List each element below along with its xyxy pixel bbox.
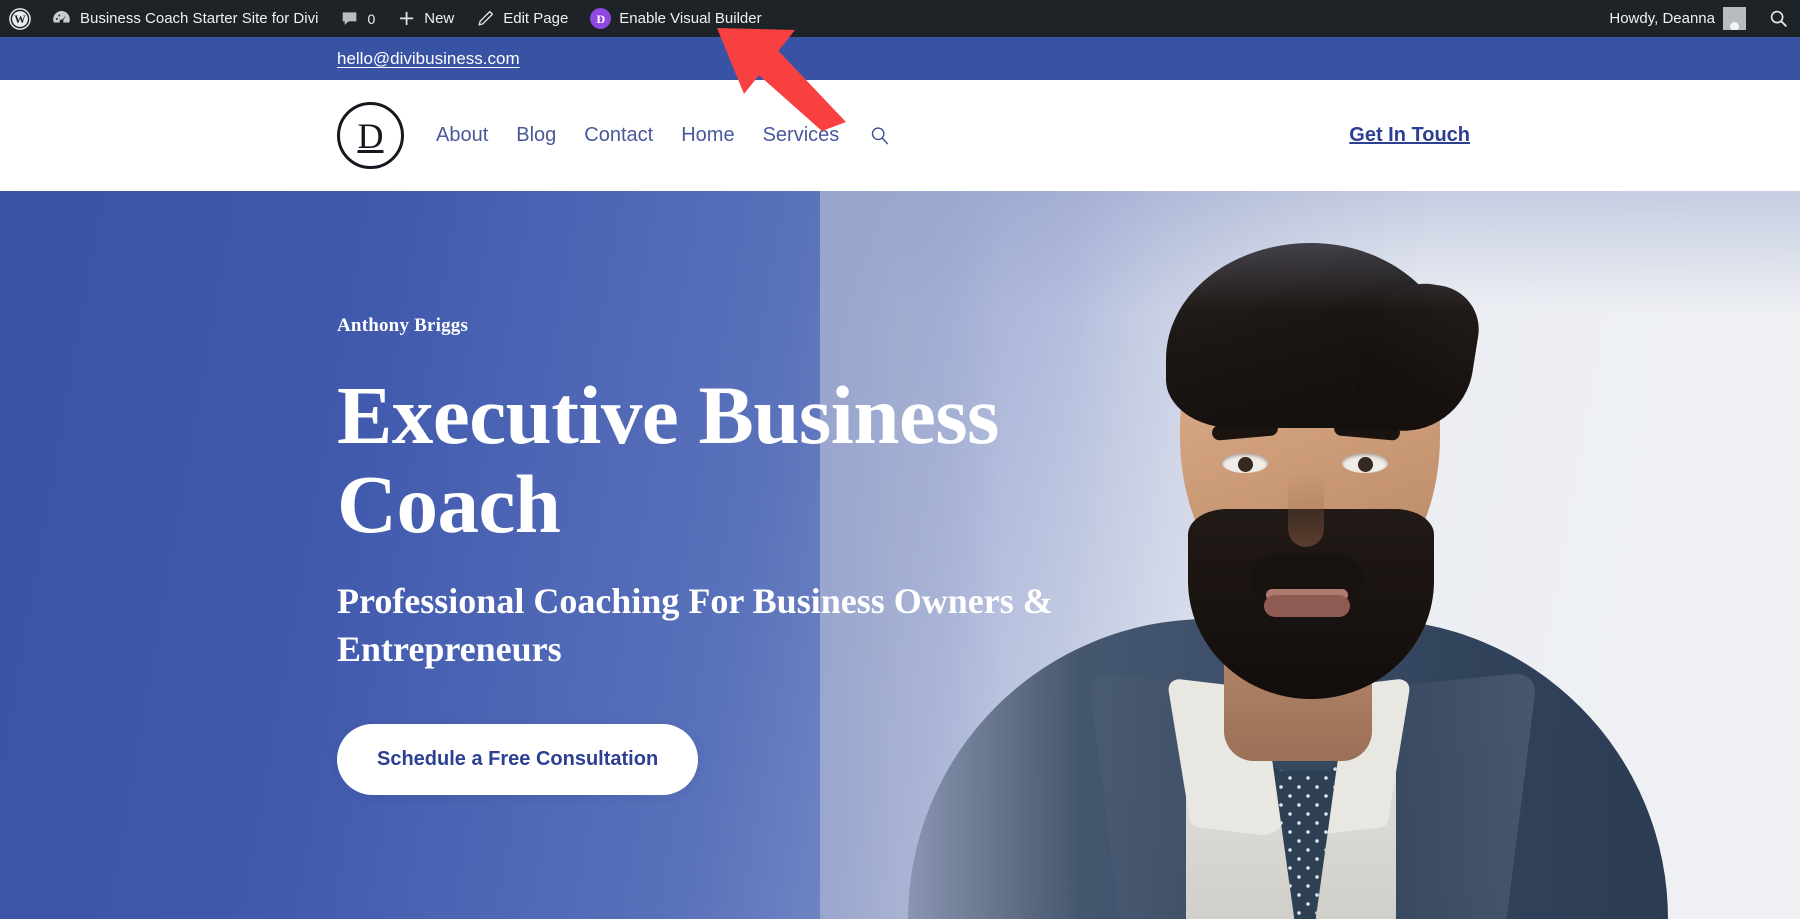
header-right-group: Get In Touch [1349, 124, 1800, 147]
admin-bar-comments[interactable]: 0 [329, 0, 386, 37]
admin-bar-site-name[interactable]: Business Coach Starter Site for Divi [40, 0, 329, 37]
admin-bar-my-account[interactable]: Howdy, Deanna [1598, 0, 1757, 37]
admin-bar-edit-page[interactable]: Edit Page [465, 0, 579, 37]
plus-icon [397, 9, 416, 28]
nav-item-about[interactable]: About [436, 124, 488, 147]
site-name-label: Business Coach Starter Site for Divi [80, 10, 319, 27]
hero-title-line-1: Executive Business [337, 368, 999, 461]
hero-title: Executive Business Coach [337, 368, 1127, 550]
svg-text:W: W [14, 14, 26, 26]
wordpress-logo-icon: W [9, 7, 31, 30]
comment-count-label: 0 [367, 10, 376, 27]
comment-bubble-icon [340, 9, 359, 28]
divi-circle-d-logo-icon[interactable]: D [337, 102, 404, 169]
search-icon [872, 126, 889, 144]
nav-item-services[interactable]: Services [763, 124, 840, 147]
howdy-label: Howdy, Deanna [1609, 10, 1715, 27]
dashboard-speedometer-icon [51, 8, 72, 29]
nav-item-home[interactable]: Home [681, 124, 734, 147]
site-top-bar: hello@divibusiness.com [0, 37, 1800, 80]
wp-admin-bar: W Business Coach Starter Site for Divi 0 [0, 0, 1800, 37]
admin-bar-search-button[interactable] [1757, 0, 1800, 37]
header-left-group: D About Blog Contact Home Services [0, 102, 891, 169]
admin-bar-wp-logo[interactable]: W [0, 0, 40, 37]
schedule-consultation-button[interactable]: Schedule a Free Consultation [337, 724, 699, 796]
header-search-button[interactable] [869, 125, 891, 147]
new-label: New [424, 10, 455, 27]
hero-copy-block: Anthony Briggs Executive Business Coach … [337, 191, 1127, 919]
site-header: D About Blog Contact Home Services Get I… [0, 80, 1800, 191]
top-bar-inner: hello@divibusiness.com [0, 49, 1800, 69]
nav-item-blog[interactable]: Blog [516, 124, 556, 147]
user-avatar-icon [1723, 7, 1746, 30]
pencil-icon [476, 9, 495, 28]
search-icon [1768, 8, 1789, 29]
edit-page-label: Edit Page [503, 10, 569, 27]
admin-bar-new-button[interactable]: New [386, 0, 465, 37]
main-navigation: About Blog Contact Home Services [436, 124, 891, 147]
admin-bar-enable-visual-builder[interactable]: D Enable Visual Builder [579, 0, 772, 37]
visual-builder-label: Enable Visual Builder [619, 10, 762, 27]
hero-section: Anthony Briggs Executive Business Coach … [0, 191, 1800, 919]
hero-eyebrow: Anthony Briggs [337, 314, 469, 336]
get-in-touch-link[interactable]: Get In Touch [1349, 124, 1470, 146]
email-link[interactable]: hello@divibusiness.com [337, 49, 520, 68]
hero-title-line-2: Coach [337, 457, 561, 550]
divi-logo-icon: D [590, 8, 612, 29]
hero-subtitle: Professional Coaching For Business Owner… [337, 581, 1053, 670]
nav-item-contact[interactable]: Contact [584, 124, 653, 147]
